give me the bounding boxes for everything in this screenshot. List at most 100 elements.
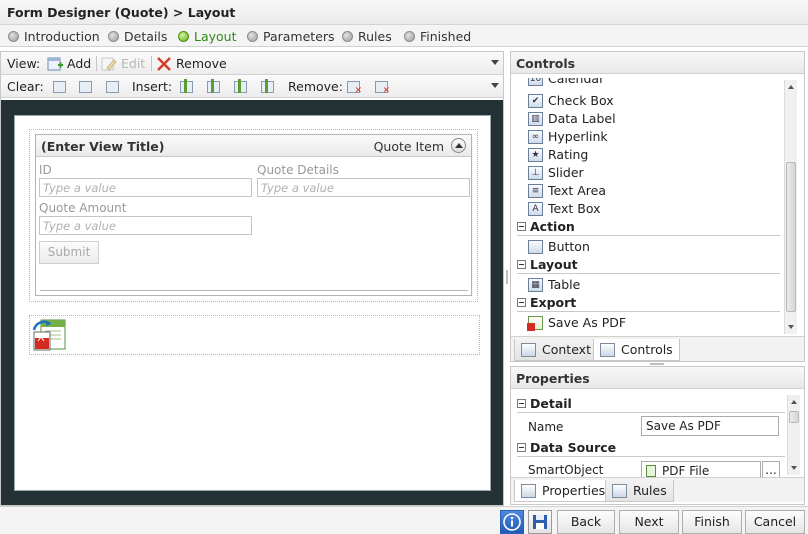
collapse-toggle-icon[interactable] <box>517 443 526 452</box>
step-rules[interactable]: Rules <box>342 28 392 44</box>
collapse-toggle-icon[interactable] <box>517 298 526 307</box>
collapse-toggle-icon[interactable] <box>517 260 526 269</box>
scroll-up-icon[interactable] <box>791 400 797 404</box>
clear-row-icon[interactable] <box>77 79 93 94</box>
control-table[interactable]: ▦ Table <box>528 276 580 293</box>
control-save-as-pdf[interactable]: Save As PDF <box>527 314 626 331</box>
properties-list: Detail Name Save As PDF Data Source Smar… <box>514 395 788 477</box>
next-button[interactable]: Next <box>619 510 679 534</box>
smartobject-property-value[interactable]: PDF File <box>641 461 761 477</box>
step-dot-icon <box>108 30 119 42</box>
quote-details-input[interactable]: Type a value <box>257 178 470 197</box>
finish-button[interactable]: Finish <box>682 510 742 534</box>
step-details[interactable]: Details <box>108 28 167 44</box>
control-calendar[interactable]: 10 Calendar <box>528 78 604 87</box>
scroll-thumb[interactable] <box>786 162 796 312</box>
properties-panel-tabs: Properties Rules <box>511 477 804 502</box>
text-box-icon: A <box>528 201 543 216</box>
tab-properties[interactable]: Properties <box>514 480 613 502</box>
insert-row-above-icon[interactable] <box>232 79 248 94</box>
layout-toolbar-menu-icon[interactable] <box>491 83 499 88</box>
remove-column-icon[interactable] <box>345 79 362 96</box>
controls-list: 10 Calendar ✔ Check Box ▥ Data Label ∞ Hyper… <box>514 78 784 334</box>
view-bottom-divider <box>40 290 468 291</box>
name-property-input[interactable]: Save As PDF <box>641 416 779 436</box>
view-toolbar-menu-icon[interactable] <box>491 60 499 65</box>
category-action[interactable]: Action <box>517 218 575 235</box>
save-as-pdf-icon <box>527 315 543 331</box>
view-header: (Enter View Title) Quote Item <box>36 135 471 157</box>
control-data-label[interactable]: ▥ Data Label <box>528 110 616 127</box>
control-slider[interactable]: ⊥ Slider <box>528 164 584 181</box>
step-finished[interactable]: Finished <box>404 28 471 44</box>
control-text-area[interactable]: ≡ Text Area <box>528 182 606 199</box>
scroll-thumb[interactable] <box>789 411 799 423</box>
control-rating[interactable]: ★ Rating <box>528 146 588 163</box>
hyperlink-icon: ∞ <box>528 129 543 144</box>
save-as-pdf-control-icon[interactable] <box>32 318 67 352</box>
control-check-box[interactable]: ✔ Check Box <box>528 92 614 109</box>
rules-icon <box>612 483 627 498</box>
view-title[interactable]: (Enter View Title) <box>41 139 165 154</box>
save-icon <box>533 515 547 529</box>
control-text-box[interactable]: A Text Box <box>528 200 601 217</box>
controls-icon <box>600 342 615 357</box>
controls-scrollbar[interactable] <box>784 80 797 334</box>
vertical-splitter-handle[interactable] <box>506 270 508 284</box>
clear-cell-icon[interactable] <box>51 79 67 94</box>
section-data-source[interactable]: Data Source <box>517 439 616 456</box>
tab-rules[interactable]: Rules <box>605 480 674 502</box>
controls-panel: Controls 10 Calendar ✔ Check Box ▥ Data Lab… <box>510 51 805 362</box>
view-panel[interactable]: (Enter View Title) Quote Item ID Type a … <box>35 134 472 296</box>
insert-row-below-icon[interactable] <box>259 79 275 94</box>
clear-table-icon[interactable] <box>104 79 120 94</box>
control-button[interactable]: Button <box>528 238 590 255</box>
id-label: ID <box>39 163 52 177</box>
quote-amount-input[interactable]: Type a value <box>39 216 252 235</box>
scroll-up-icon[interactable] <box>788 85 794 89</box>
view-toolbar: View: Add Edit Remove <box>1 52 503 75</box>
section-detail[interactable]: Detail <box>517 395 572 412</box>
collapse-toggle-icon[interactable] <box>517 222 526 231</box>
properties-scrollbar[interactable] <box>787 395 800 475</box>
smartobject-browse-button[interactable]: ... <box>762 461 780 477</box>
id-input[interactable]: Type a value <box>39 178 252 197</box>
tab-context[interactable]: Context <box>514 339 598 361</box>
scroll-down-icon[interactable] <box>791 466 797 470</box>
properties-panel: Properties Detail Name Save As PDF Data … <box>510 366 805 505</box>
collapse-toggle-icon[interactable] <box>517 399 526 408</box>
collapse-icon[interactable] <box>451 138 466 153</box>
step-introduction[interactable]: Introduction <box>8 28 100 44</box>
back-button[interactable]: Back <box>557 510 615 534</box>
pdf-control-container[interactable] <box>29 315 480 355</box>
remove-view-button[interactable]: Remove <box>156 55 227 72</box>
scroll-down-icon[interactable] <box>788 325 794 329</box>
add-view-button[interactable]: Add <box>47 55 91 72</box>
insert-column-right-icon[interactable] <box>205 79 221 94</box>
wizard-steps: Introduction Details Layout Parameters R… <box>0 25 808 47</box>
tab-controls[interactable]: Controls <box>593 339 680 361</box>
edit-view-button[interactable]: Edit <box>101 55 145 72</box>
design-canvas[interactable]: (Enter View Title) Quote Item ID Type a … <box>14 115 491 491</box>
edit-icon <box>101 56 117 72</box>
insert-column-left-icon[interactable] <box>178 79 194 94</box>
button-icon <box>528 239 543 254</box>
clear-label: Clear: <box>7 79 44 94</box>
rating-star-icon: ★ <box>528 147 543 162</box>
category-divider <box>517 311 780 312</box>
footer-bar: Back Next Finish Cancel <box>0 506 808 534</box>
horizontal-splitter-handle[interactable] <box>650 363 664 365</box>
step-layout[interactable]: Layout <box>178 28 237 44</box>
remove-row-icon[interactable] <box>373 79 390 96</box>
step-parameters[interactable]: Parameters <box>247 28 335 44</box>
submit-button[interactable]: Submit <box>39 241 99 264</box>
remove-label: Remove: <box>288 79 343 94</box>
view-container[interactable]: (Enter View Title) Quote Item ID Type a … <box>29 129 478 302</box>
control-hyperlink[interactable]: ∞ Hyperlink <box>528 128 608 145</box>
category-export[interactable]: Export <box>517 294 576 311</box>
info-button[interactable] <box>500 510 524 534</box>
category-layout[interactable]: Layout <box>517 256 578 273</box>
properties-panel-header: Properties <box>511 367 804 389</box>
cancel-button[interactable]: Cancel <box>745 510 805 534</box>
save-button[interactable] <box>528 510 552 534</box>
